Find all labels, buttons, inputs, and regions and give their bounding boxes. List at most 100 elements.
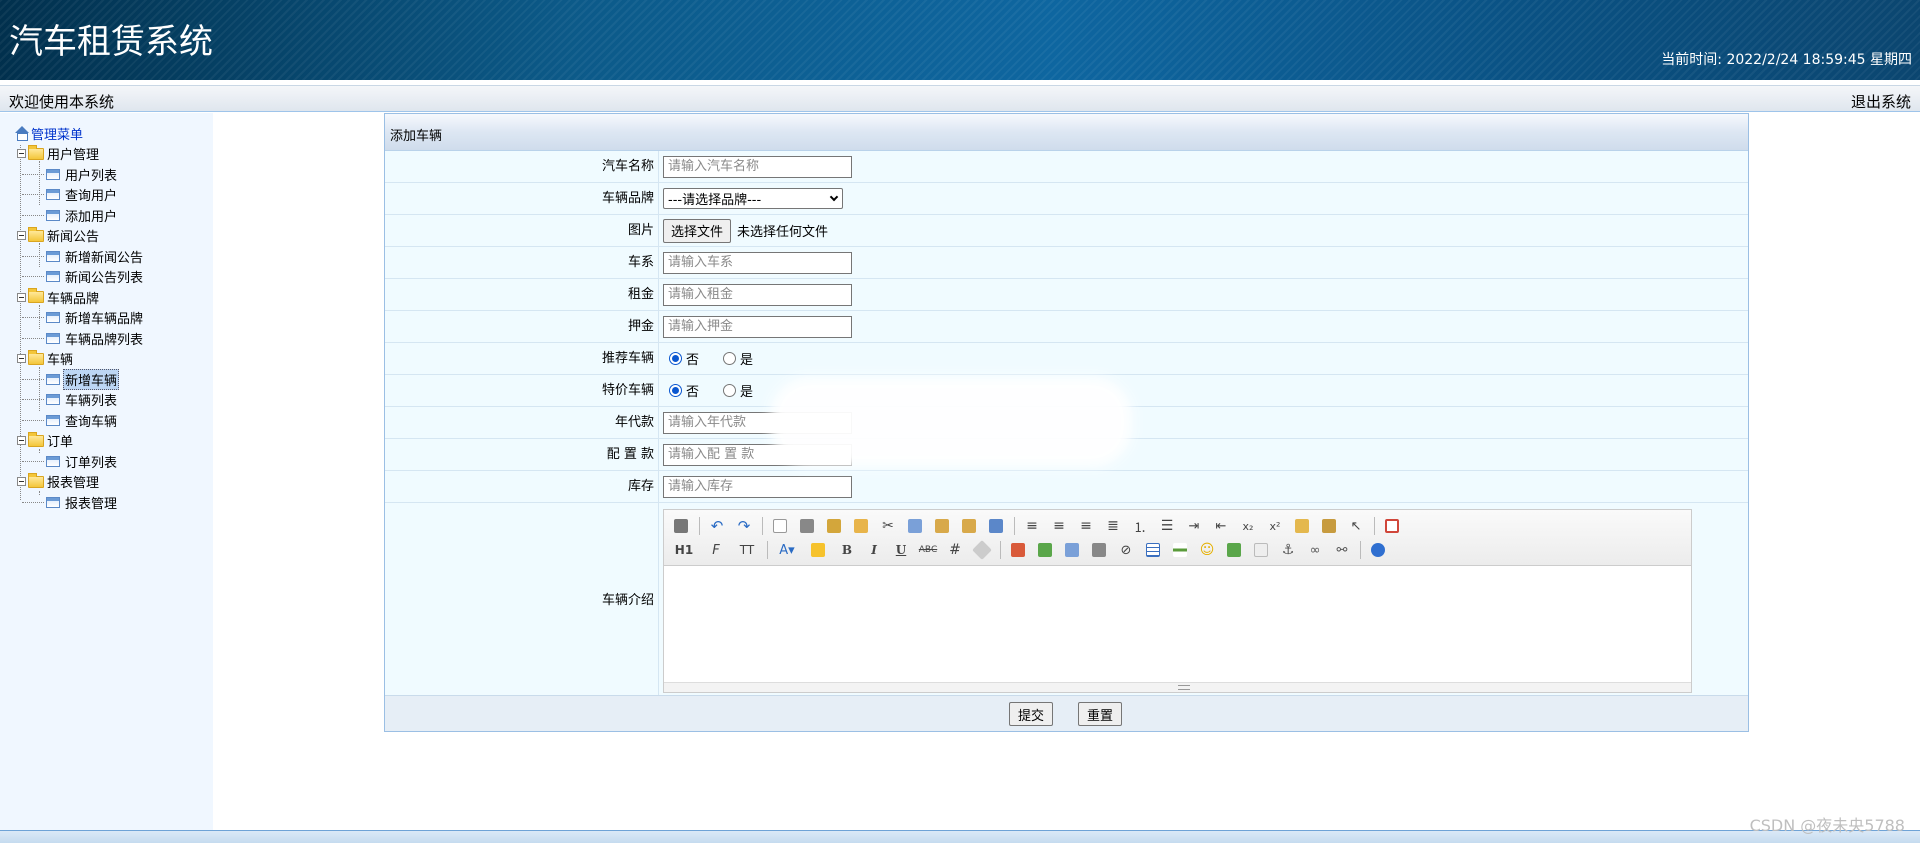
font-name-icon[interactable]: F — [703, 540, 729, 560]
menu-item-news-list[interactable]: 新闻公告列表 — [14, 267, 145, 288]
menu-group-news[interactable]: 新闻公告 — [14, 226, 145, 247]
cut-icon[interactable]: ✂ — [877, 516, 899, 536]
collapse-icon[interactable] — [17, 436, 26, 446]
menu-group-label[interactable]: 车辆品牌 — [47, 288, 99, 307]
attachment-icon[interactable]: ⊘ — [1115, 540, 1137, 560]
special-yes-radio[interactable] — [723, 384, 737, 397]
cursor-icon[interactable]: ↖ — [1345, 516, 1367, 536]
menu-group-report[interactable]: 报表管理 — [14, 472, 145, 493]
unordered-list-icon[interactable]: ☰ — [1156, 516, 1178, 536]
menu-item-report[interactable]: 报表管理 — [14, 492, 145, 513]
submit-button[interactable]: 提交 — [1009, 702, 1054, 726]
rent-input[interactable] — [663, 283, 852, 306]
font-size-icon[interactable]: TT — [734, 540, 760, 560]
menu-item-query-vehicle[interactable]: 查询车辆 — [14, 410, 145, 431]
menu-item-label[interactable]: 新增新闻公告 — [63, 247, 145, 266]
menu-item-label[interactable]: 车辆品牌列表 — [63, 329, 145, 348]
menu-group-label[interactable]: 用户管理 — [47, 144, 99, 163]
font-color-icon[interactable]: A▾ — [774, 540, 800, 560]
paste-text-icon[interactable] — [958, 516, 980, 536]
collapse-icon[interactable] — [17, 231, 26, 241]
hr-insert-icon[interactable] — [1169, 540, 1191, 560]
superscript-icon[interactable]: x² — [1264, 516, 1286, 536]
justify-icon[interactable]: ≣ — [1102, 516, 1124, 536]
source-icon[interactable] — [670, 516, 692, 536]
align-left-icon[interactable]: ≡ — [1021, 516, 1043, 536]
editor-resize-handle[interactable] — [664, 682, 1691, 692]
editor-content-area[interactable] — [664, 566, 1691, 682]
subscript-icon[interactable]: x₂ — [1237, 516, 1259, 536]
menu-group-brand[interactable]: 车辆品牌 — [14, 287, 145, 308]
menu-item-vehicle-list[interactable]: 车辆列表 — [14, 390, 145, 411]
menu-item-label[interactable]: 查询用户 — [63, 185, 119, 204]
menu-group-label[interactable]: 订单 — [47, 431, 73, 450]
unlink-icon[interactable]: ⚯ — [1331, 540, 1353, 560]
collapse-icon[interactable] — [17, 292, 26, 302]
strikethrough-icon[interactable]: ABC — [917, 540, 939, 560]
print-icon[interactable] — [796, 516, 818, 536]
redo-icon[interactable]: ↷ — [733, 516, 755, 536]
pagebreak-icon[interactable] — [1250, 540, 1272, 560]
italic-icon[interactable]: I — [863, 540, 885, 560]
align-center-icon[interactable]: ≡ — [1048, 516, 1070, 536]
emoticon-icon[interactable]: ☺ — [1196, 540, 1218, 560]
special-no-radio[interactable] — [669, 384, 682, 397]
menu-item-label[interactable]: 报表管理 — [63, 493, 119, 512]
deposit-input[interactable] — [663, 315, 852, 338]
menu-group-label[interactable]: 车辆 — [47, 349, 73, 368]
car-name-input[interactable] — [663, 155, 852, 178]
media-icon[interactable] — [1088, 540, 1110, 560]
anchor-icon[interactable]: ⚓ — [1277, 540, 1299, 560]
menu-item-query-user[interactable]: 查询用户 — [14, 185, 145, 206]
collapse-icon[interactable] — [17, 477, 26, 487]
menu-item-order-list[interactable]: 订单列表 — [14, 451, 145, 472]
ordered-list-icon[interactable]: ⒈ — [1129, 516, 1151, 536]
hr-icon[interactable]: # — [944, 540, 966, 560]
reset-button[interactable]: 重置 — [1078, 702, 1123, 726]
template-icon[interactable] — [823, 516, 845, 536]
collapse-icon[interactable] — [17, 354, 26, 364]
highlight-icon[interactable] — [805, 540, 831, 560]
table-icon[interactable] — [1142, 540, 1164, 560]
menu-item-brand-list[interactable]: 车辆品牌列表 — [14, 328, 145, 349]
menu-item-add-user[interactable]: 添加用户 — [14, 205, 145, 226]
recommend-yes-radio[interactable] — [723, 352, 737, 365]
menu-root-label[interactable]: 管理菜单 — [31, 124, 83, 143]
paste-icon[interactable] — [931, 516, 953, 536]
collapse-icon[interactable] — [17, 149, 26, 159]
logout-link[interactable]: 退出系统 — [1851, 91, 1911, 112]
align-right-icon[interactable]: ≡ — [1075, 516, 1097, 536]
map-icon[interactable] — [1223, 540, 1245, 560]
menu-item-user-list[interactable]: 用户列表 — [14, 164, 145, 185]
stock-input[interactable] — [663, 475, 852, 498]
menu-item-label-selected[interactable]: 新增车辆 — [63, 368, 120, 390]
menu-item-label[interactable]: 新增车辆品牌 — [63, 308, 145, 327]
series-input[interactable] — [663, 251, 852, 274]
help-icon[interactable] — [1367, 540, 1389, 560]
paste-word-icon[interactable] — [985, 516, 1007, 536]
multi-image-icon[interactable] — [1034, 540, 1056, 560]
menu-group-order[interactable]: 订单 — [14, 431, 145, 452]
choose-file-button[interactable]: 选择文件 — [663, 218, 732, 243]
menu-item-label[interactable]: 查询车辆 — [63, 411, 119, 430]
insert-image-icon[interactable] — [1007, 540, 1029, 560]
menu-group-user[interactable]: 用户管理 — [14, 144, 145, 165]
menu-item-label[interactable]: 添加用户 — [63, 206, 119, 225]
menu-root[interactable]: 管理菜单 — [14, 123, 145, 144]
eraser-icon[interactable] — [971, 540, 993, 560]
code-icon[interactable] — [850, 516, 872, 536]
menu-item-label[interactable]: 新闻公告列表 — [63, 267, 145, 286]
bold-icon[interactable]: B — [836, 540, 858, 560]
select-all-icon[interactable] — [1318, 516, 1340, 536]
link-icon[interactable]: ∞ — [1304, 540, 1326, 560]
undo-icon[interactable]: ↶ — [706, 516, 728, 536]
menu-item-add-brand[interactable]: 新增车辆品牌 — [14, 308, 145, 329]
menu-group-vehicle[interactable]: 车辆 — [14, 349, 145, 370]
menu-item-label[interactable]: 用户列表 — [63, 165, 119, 184]
indent-icon[interactable]: ⇥ — [1183, 516, 1205, 536]
menu-item-add-news[interactable]: 新增新闻公告 — [14, 246, 145, 267]
underline-icon[interactable]: U — [890, 540, 912, 560]
menu-item-label[interactable]: 车辆列表 — [63, 390, 119, 409]
flash-icon[interactable] — [1061, 540, 1083, 560]
menu-group-label[interactable]: 新闻公告 — [47, 226, 99, 245]
